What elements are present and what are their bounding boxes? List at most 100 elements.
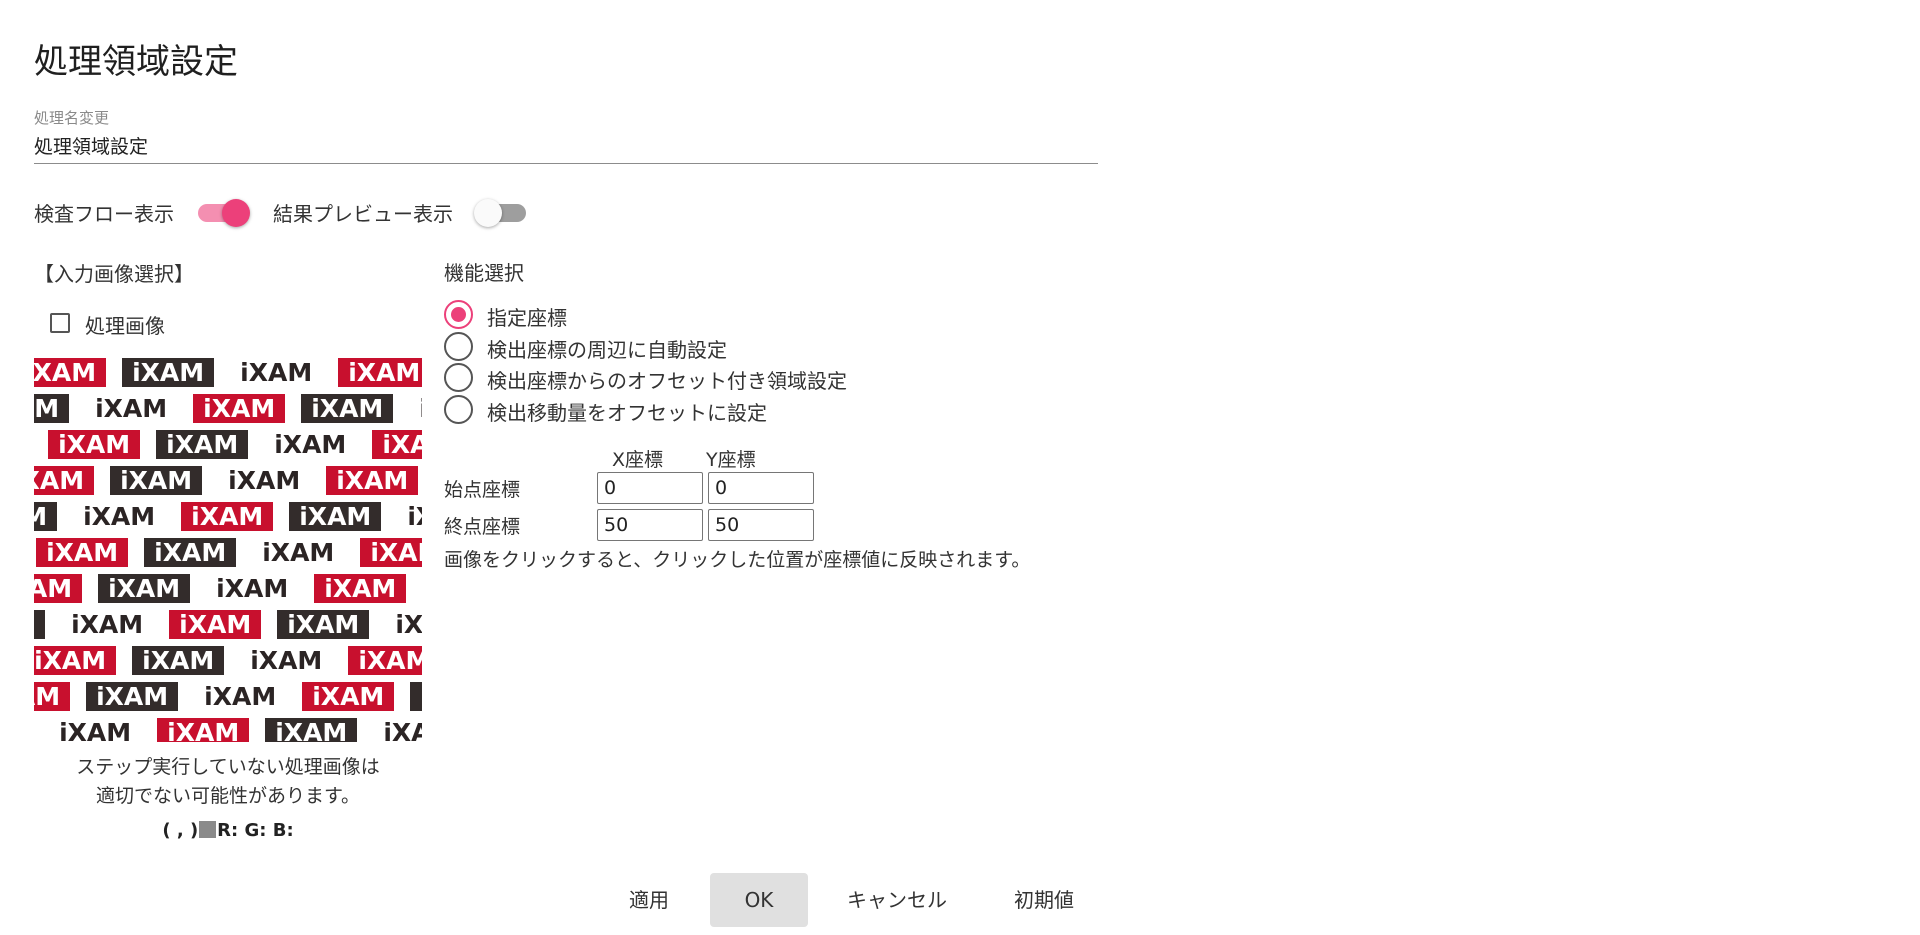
flow-display-toggle[interactable] [194,199,250,227]
logo-tile: iXAM [194,682,287,711]
radio-button[interactable] [444,332,473,361]
flow-display-label: 検査フロー表示 [34,202,174,226]
logo-pattern-row: iXAMiXAMiXAMiXAMiXAMiXAM [34,394,422,430]
logo-tile: iXAM [314,574,407,603]
logo-tile: iXAM [385,610,422,639]
logo-tile: iXAM [326,466,419,495]
radio-button[interactable] [444,363,473,392]
logo-tile: iXAM [372,430,422,459]
function-select-label: 機能選択 [444,261,524,285]
pixel-rgb-values: R: G: B: [217,820,294,841]
logo-tile: iXAM [206,574,299,603]
logo-tile: iXAM [156,430,249,459]
logo-tile: iXAM [49,718,142,742]
end-point-label: 終点座標 [444,516,521,538]
pixel-color-swatch [199,821,217,838]
logo-tile: iXAM [218,466,311,495]
logo-tile: iXAM [409,394,422,423]
logo-pattern-row: iXAMiXAMiXAMiXAMiXAMiXAM [34,718,422,742]
input-image-section-label: 【入力画像選択】 [34,262,194,286]
logo-tile: iXAM [181,502,274,531]
logo-pattern-row: iXAMiXAMiXAMiXAMiXAMiXAM [34,466,422,502]
pixel-info-readout: ( , ) R: G: B: [34,820,422,841]
logo-tile: iXAM [110,466,203,495]
start-y-input[interactable] [708,472,814,504]
logo-tile: iXAM [264,430,357,459]
ok-button[interactable]: OK [710,873,808,927]
start-x-input[interactable] [597,472,703,504]
radio-label: 検出座標からのオフセット付き領域設定 [487,369,847,393]
logo-tile: iXAM [98,574,191,603]
start-point-label: 始点座標 [444,479,521,501]
logo-pattern-row: iXAMiXAMiXAMiXAMiXAMiXAM [34,646,422,682]
result-preview-label: 結果プレビュー表示 [273,202,453,226]
logo-tile: iXAM [34,502,58,531]
logo-tile: iXAM [34,358,107,387]
apply-button[interactable]: 適用 [614,873,684,927]
logo-tile: iXAM [277,610,370,639]
radio-label: 検出移動量をオフセットに設定 [487,401,767,425]
logo-tile: iXAM [144,538,237,567]
logo-pattern-row: iXAMiXAMiXAMiXAMiXAMiXAM [34,610,422,646]
radio-dot [451,307,466,322]
logo-tile: iXAM [397,502,422,531]
logo-tile: iXAM [34,646,117,675]
logo-tile: iXAM [34,394,70,423]
logo-tile: iXAM [252,538,345,567]
logo-tile: iXAM [132,646,225,675]
cancel-button[interactable]: キャンセル [832,873,962,927]
y-coordinate-header: Y座標 [706,449,756,471]
name-field-label: 処理名変更 [34,109,110,127]
radio-label: 検出座標の周辺に自動設定 [487,338,727,362]
radio-button[interactable] [444,395,473,424]
logo-tile: iXAM [410,682,422,711]
pixel-coordinate: ( , ) [162,820,199,841]
logo-pattern-row: iXAMiXAMiXAMiXAMiXAMiXAM [34,574,422,610]
logo-tile: iXAM [348,646,422,675]
dialog-title: 処理領域設定 [34,42,238,82]
logo-tile: iXAM [301,394,394,423]
logo-pattern-row: iXAMiXAMiXAMiXAMiXAMiXAM [34,682,422,718]
logo-tile: iXAM [265,718,358,742]
input-image-preview[interactable]: iXAM iXAM iXAM iXAM iXAM iXAM iXAM iXAM iXAM iXAM… [34,354,422,742]
logo-tile: iXAM [338,358,422,387]
logo-tile: iXAM [360,538,422,567]
logo-tile: iXAM [73,502,166,531]
radio-button-selected[interactable] [444,300,473,329]
process-region-dialog: 処理領域設定 処理名変更 検査フロー表示 結果プレビュー表示 【入力画像選択】 … [0,0,1920,935]
process-image-checkbox[interactable] [50,313,70,333]
logo-tile: iXAM [36,538,129,567]
logo-tile: iXAM [86,682,179,711]
logo-tile: iXAM [48,430,141,459]
logo-tile: iXAM [373,718,422,742]
process-name-input[interactable] [34,128,1098,164]
end-y-input[interactable] [708,509,814,541]
logo-tile: iXAM [157,718,250,742]
x-coordinate-header: X座標 [612,449,664,471]
logo-tile: iXAM [289,502,382,531]
click-to-set-coordinates-hint: 画像をクリックすると、クリックした位置が座標値に反映されます。 [444,549,1031,571]
logo-pattern-row: iXAMiXAMiXAMiXAMiXAMiXAM [34,430,422,466]
image-warning-line1: ステップ実行していない処理画像は [76,756,380,778]
logo-pattern-row: iXAMiXAMiXAMiXAMiXAMiXAM [34,502,422,538]
logo-tile: iXAM [193,394,286,423]
flow-display-thumb [222,199,250,227]
logo-tile: iXAM [122,358,215,387]
logo-tile: iXAM [230,358,323,387]
end-x-input[interactable] [597,509,703,541]
logo-tile: iXAM [302,682,395,711]
result-preview-toggle[interactable] [474,199,530,227]
logo-pattern-row: iXAMiXAMiXAMiXAMiXAMiXAM [34,538,422,574]
image-warning-line2: 適切でない可能性があります。 [95,785,361,807]
logo-tile: iXAM [240,646,333,675]
result-preview-thumb [474,199,502,227]
process-image-checkbox-label: 処理画像 [85,314,165,338]
logo-tile: iXAM [61,610,154,639]
logo-tile: iXAM [34,610,46,639]
logo-tile: iXAM [34,574,83,603]
reset-default-button[interactable]: 初期値 [994,873,1094,927]
logo-tile: iXAM [85,394,178,423]
radio-label: 指定座標 [487,306,567,330]
logo-tile: iXAM [169,610,262,639]
logo-tile: iXAM [34,682,71,711]
